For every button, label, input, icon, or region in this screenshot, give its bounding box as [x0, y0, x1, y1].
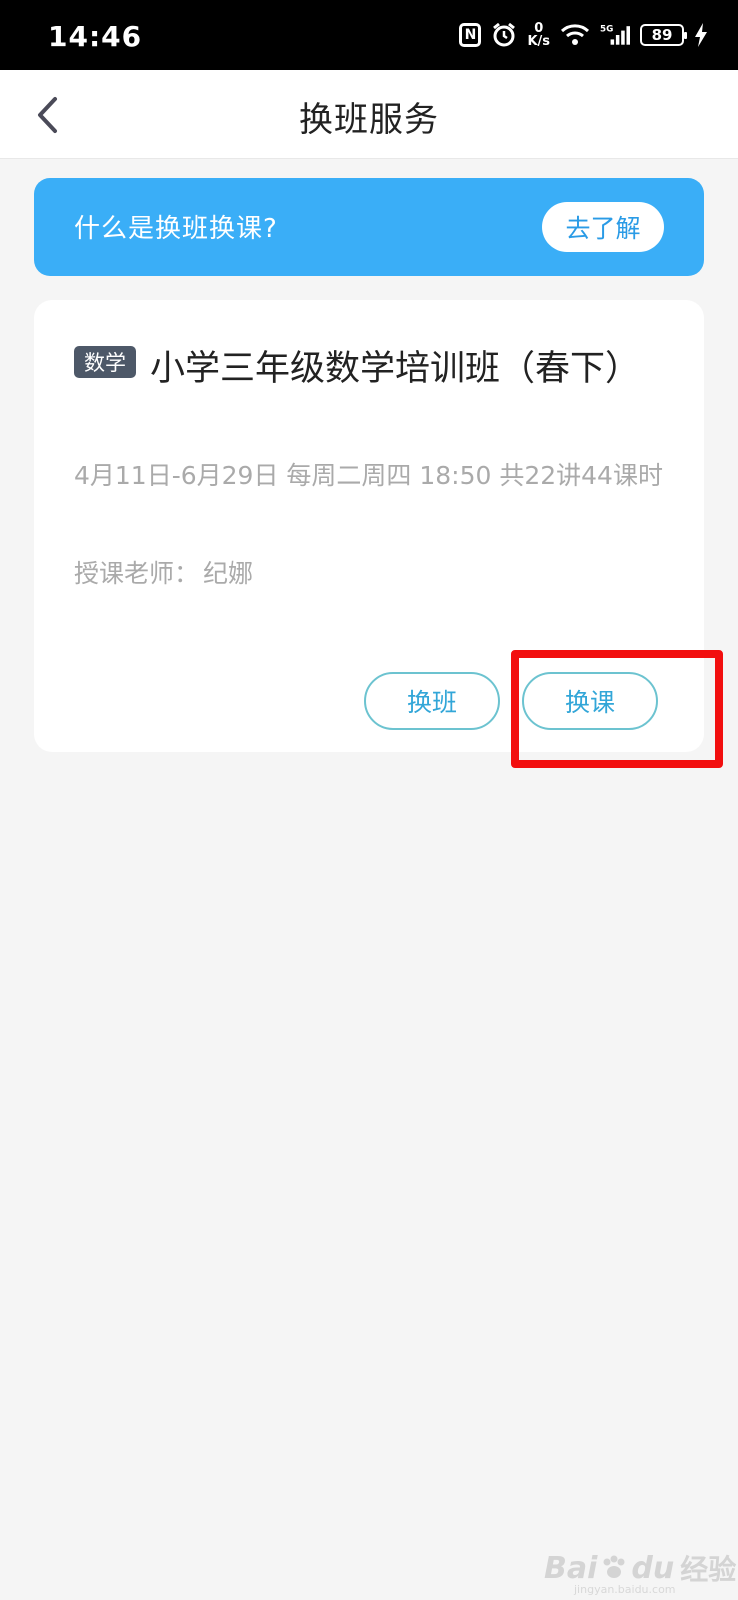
network-type: 5G	[600, 24, 613, 34]
status-time: 14:46	[48, 20, 143, 53]
teacher-name: 纪娜	[203, 559, 254, 588]
battery-icon: 89	[640, 24, 687, 46]
course-schedule: 4月11日-6月29日 每周二周四 18:50 共22讲44课时	[74, 461, 663, 490]
paw-icon	[603, 1555, 625, 1578]
course-header: 数学 小学三年级数学培训班（春下）	[74, 342, 641, 396]
watermark-url: jingyan.baidu.com	[574, 1583, 676, 1596]
charging-bolt-icon	[694, 23, 708, 47]
highlight-box	[511, 650, 723, 768]
network-speed: 0 K/s	[527, 22, 550, 48]
page-title: 换班服务	[299, 100, 439, 140]
status-icons: N 0 K/s 5G 89	[459, 18, 708, 52]
status-bar: 14:46 N 0 K/s 5G 89	[0, 0, 738, 70]
banner-text: 什么是换班换课?	[74, 214, 278, 244]
switch-class-button[interactable]: 换班	[364, 672, 500, 730]
signal-icon: 5G	[600, 22, 630, 48]
watermark-brand-left: Bai	[544, 1550, 598, 1586]
nfc-icon: N	[459, 23, 482, 47]
baidu-watermark: Bai du 经验	[544, 1548, 736, 1588]
speed-unit: K/s	[527, 34, 550, 49]
watermark-brand-right: du	[631, 1550, 675, 1586]
learn-more-button[interactable]: 去了解	[542, 202, 664, 252]
course-teacher: 授课老师： 纪娜	[74, 554, 253, 590]
battery-level: 89	[651, 26, 673, 44]
wifi-icon	[560, 22, 590, 48]
info-banner: 什么是换班换课? 去了解	[34, 178, 704, 276]
teacher-label: 授课老师：	[74, 559, 200, 588]
watermark-brand-cn: 经验	[680, 1553, 737, 1586]
alarm-icon	[491, 22, 517, 48]
subject-tag: 数学	[74, 346, 136, 378]
course-title: 小学三年级数学培训班（春下）	[150, 349, 641, 389]
nav-bar: 换班服务	[0, 70, 738, 159]
